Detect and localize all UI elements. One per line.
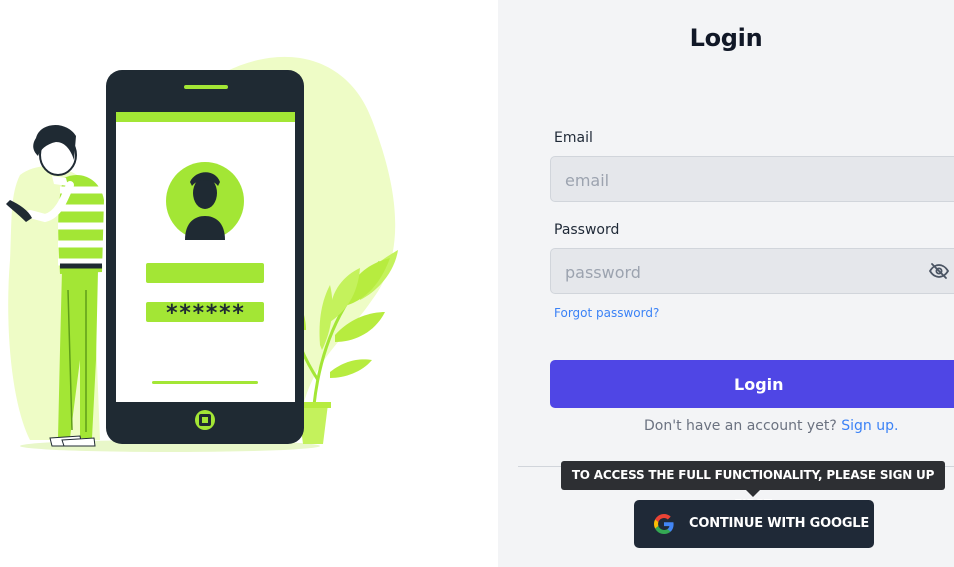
google-button-label: CONTINUE WITH GOOGLE (689, 516, 870, 531)
login-button[interactable]: Login (550, 360, 954, 408)
forgot-password-link[interactable]: Forgot password? (554, 306, 659, 320)
continue-with-google-button[interactable]: CONTINUE WITH GOOGLE (634, 500, 874, 548)
signup-tooltip: TO ACCESS THE FULL FUNCTIONALITY, PLEASE… (561, 461, 945, 511)
phone (106, 70, 304, 444)
password-input[interactable] (563, 249, 927, 295)
password-label: Password (554, 222, 620, 238)
illustration-pane: ****** (0, 0, 498, 567)
eye-off-icon[interactable] (929, 262, 949, 280)
signup-prompt-text: Don't have an account yet? (644, 418, 837, 434)
google-icon (654, 514, 674, 534)
page-title: Login (689, 24, 763, 52)
masked-password-text: ****** (165, 301, 244, 326)
email-label: Email (554, 130, 593, 146)
password-field[interactable] (550, 248, 954, 295)
signup-link[interactable]: Sign up. (841, 418, 898, 434)
login-illustration: ****** (6, 56, 398, 452)
email-field[interactable] (550, 156, 954, 203)
login-pane: Login Email Password Forgot password? Lo… (498, 0, 954, 567)
email-input[interactable] (563, 157, 927, 203)
signup-prompt: Don't have an account yet? Sign up. (644, 418, 898, 434)
tooltip-arrow (746, 490, 760, 497)
